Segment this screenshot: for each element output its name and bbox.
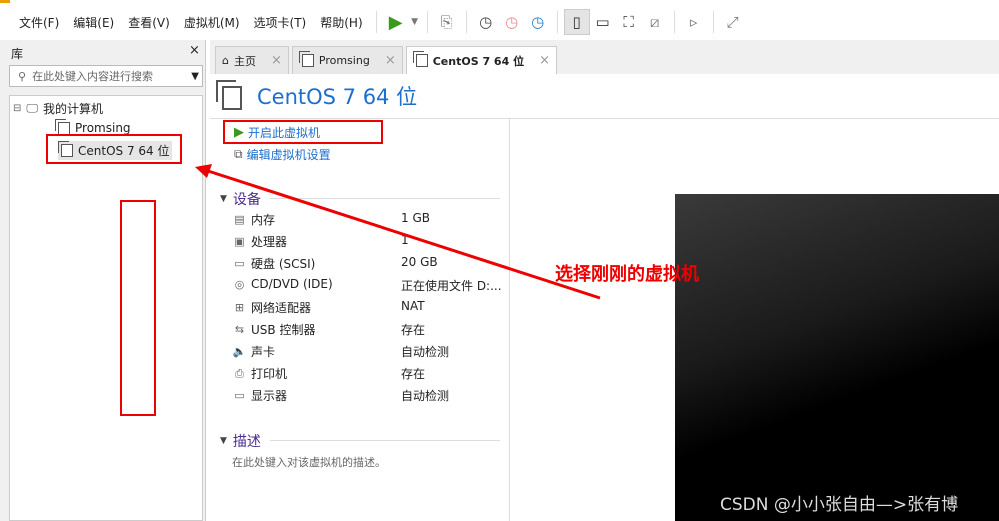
annotation-arrow — [195, 164, 601, 300]
watermark: CSDN @小小张自由—>张有博 — [720, 495, 959, 515]
arrow-line — [204, 168, 601, 300]
arrow-head — [195, 164, 212, 178]
annotation-text: 选择刚刚的虚拟机 — [555, 264, 699, 285]
annotation-box — [223, 120, 383, 144]
